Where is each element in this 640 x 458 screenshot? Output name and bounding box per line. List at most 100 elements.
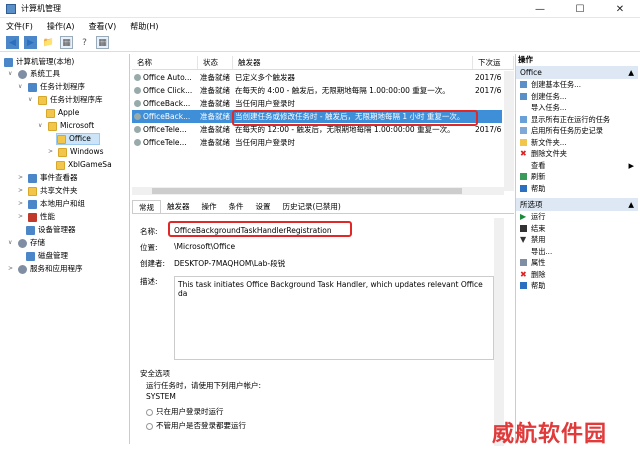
tree-item-services-apps[interactable]: > 服务和应用程序: [8, 263, 83, 275]
action-create-basic-task[interactable]: 创建基本任务...: [516, 79, 638, 91]
task-row[interactable]: OfficeTele... 准备就绪 在每天的 12:00 - 触发后，无限期地每隔…: [132, 123, 502, 136]
task-row[interactable]: OfficeTele... 准备就绪 当任何用户登录时: [132, 136, 502, 149]
clock-icon: [28, 82, 37, 92]
general-tab-panel: 名称: OfficeBackgroundTaskHandlerRegistrat…: [132, 216, 504, 444]
tree-item-system-tools[interactable]: ∨ 系统工具: [8, 68, 60, 80]
action-show-running-tasks[interactable]: 显示所有正在运行的任务: [516, 114, 638, 126]
column-name[interactable]: 名称: [132, 56, 198, 69]
submenu-arrow-icon: ▶: [628, 160, 634, 170]
list-vertical-scrollbar[interactable]: [504, 71, 514, 191]
collapse-icon[interactable]: ∨: [28, 94, 35, 106]
task-row[interactable]: Office Auto... 准备就绪 已定义多个触发器 2017/6: [132, 71, 502, 84]
collapse-arrow-icon[interactable]: ▲: [628, 66, 634, 79]
tree-item-shared-folders[interactable]: > 共享文件夹: [18, 185, 78, 197]
tools-icon: [18, 69, 27, 79]
action-new-folder[interactable]: 新文件夹...: [516, 137, 638, 149]
radio-button[interactable]: [146, 422, 153, 430]
expand-icon[interactable]: >: [18, 172, 25, 184]
tree-item-windows[interactable]: > Windows: [48, 146, 103, 158]
actions-group-office[interactable]: Office ▲: [516, 66, 638, 79]
tree-item-device-manager[interactable]: 设备管理器: [26, 224, 76, 236]
action-enable-history[interactable]: 启用所有任务历史记录: [516, 125, 638, 137]
task-row[interactable]: Office Click... 准备就绪 在每天的 4:00 - 触发后，无限期地每…: [132, 84, 502, 97]
minimize-button[interactable]: —: [520, 0, 560, 18]
menu-help[interactable]: 帮助(H): [130, 21, 158, 32]
close-button[interactable]: ✕: [600, 0, 640, 18]
action-refresh[interactable]: 刷新: [516, 171, 638, 183]
radio-button[interactable]: [146, 408, 153, 416]
action-disable[interactable]: ▼ 禁用: [516, 234, 638, 246]
collapse-icon[interactable]: ∨: [8, 237, 15, 249]
expand-icon[interactable]: >: [18, 185, 25, 197]
action-create-task[interactable]: 创建任务...: [516, 91, 638, 103]
help-icon[interactable]: ?: [78, 36, 91, 49]
folder-icon: [58, 147, 67, 157]
tree-item-apple[interactable]: Apple: [46, 107, 79, 119]
tab-conditions[interactable]: 条件: [223, 200, 250, 213]
action-export[interactable]: 导出...: [516, 246, 638, 258]
collapse-icon[interactable]: ∨: [8, 68, 15, 80]
tree-item-performance[interactable]: > 性能: [18, 211, 55, 223]
task-row-selected[interactable]: OfficeBack... 准备就绪 当创建任务或修改任务时 - 触发后，无限期地每…: [132, 110, 502, 123]
action-delete[interactable]: ✖ 删除: [516, 269, 638, 281]
name-field[interactable]: OfficeBackgroundTaskHandlerRegistration: [174, 226, 332, 235]
scrollbar-thumb[interactable]: [152, 188, 462, 194]
expand-icon[interactable]: >: [8, 263, 15, 275]
tree-item-disk-management[interactable]: 磁盘管理: [26, 250, 68, 262]
collapse-icon[interactable]: ∨: [18, 81, 25, 93]
tab-triggers[interactable]: 触发器: [161, 200, 196, 213]
tab-settings[interactable]: 设置: [250, 200, 277, 213]
tab-history[interactable]: 历史记录(已禁用): [277, 200, 347, 213]
action-help[interactable]: 帮助: [516, 183, 638, 195]
column-trigger[interactable]: 触发器: [233, 56, 473, 69]
task-icon: [134, 74, 141, 81]
expand-icon[interactable]: >: [48, 146, 55, 158]
task-icon: [134, 139, 141, 146]
back-icon[interactable]: ◀: [6, 36, 19, 49]
collapse-icon[interactable]: ∨: [38, 120, 45, 132]
collapse-arrow-icon[interactable]: ▲: [628, 198, 634, 211]
tree-item-storage[interactable]: ∨ 存储: [8, 237, 45, 249]
forward-icon[interactable]: ▶: [24, 36, 37, 49]
run-only-logged-on-option[interactable]: 只在用户登录时运行: [146, 406, 224, 417]
tab-general[interactable]: 常规: [132, 200, 161, 213]
location-value: \Microsoft\Office: [174, 242, 236, 251]
tree-item-office[interactable]: Office: [56, 133, 100, 145]
task-row[interactable]: OfficeBack... 准备就绪 当任何用户登录时: [132, 97, 502, 110]
tree-item-task-scheduler[interactable]: ∨ 任务计划程序: [18, 81, 85, 93]
action-run[interactable]: ▶ 运行: [516, 211, 638, 223]
actions-group-selected[interactable]: 所选项 ▲: [516, 198, 638, 211]
detail-vertical-scrollbar[interactable]: [494, 218, 504, 446]
tree-item-event-viewer[interactable]: > 事件查看器: [18, 172, 78, 184]
tree-item-task-library[interactable]: ∨ 任务计划程序库: [28, 94, 103, 106]
action-end[interactable]: 结束: [516, 223, 638, 235]
tree-item-microsoft[interactable]: ∨ Microsoft: [38, 120, 94, 132]
list-horizontal-scrollbar[interactable]: [132, 187, 504, 195]
detail-tabs: 常规 触发器 操作 条件 设置 历史记录(已禁用): [132, 200, 514, 214]
security-options-label: 安全选项: [140, 369, 170, 378]
column-next-run[interactable]: 下次运: [473, 56, 514, 69]
tree-item-xblgamesave[interactable]: XblGameSa: [56, 159, 112, 171]
up-folder-icon[interactable]: 📁: [42, 36, 55, 49]
maximize-button[interactable]: ☐: [560, 0, 600, 18]
action-properties[interactable]: 属性: [516, 257, 638, 269]
tree-item-local-users[interactable]: > 本地用户和组: [18, 198, 85, 210]
action-delete-folder[interactable]: ✖ 删除文件夹: [516, 148, 638, 160]
task-list: Office Auto... 准备就绪 已定义多个触发器 2017/6 Office …: [132, 71, 502, 149]
run-whether-logged-on-option[interactable]: 不管用户是否登录都要运行: [146, 420, 246, 431]
description-field[interactable]: This task initiates Office Background Ta…: [174, 276, 494, 360]
action-import-task[interactable]: 导入任务...: [516, 102, 638, 114]
column-status[interactable]: 状态: [198, 56, 233, 69]
tree-item-computer[interactable]: 计算机管理(本地): [4, 56, 74, 68]
action-view[interactable]: 查看 ▶: [516, 160, 638, 172]
expand-icon[interactable]: >: [18, 211, 25, 223]
menu-action[interactable]: 操作(A): [47, 21, 75, 32]
create-basic-task-icon: [520, 81, 527, 89]
show-actions-icon[interactable]: ▦: [96, 36, 109, 49]
show-tree-icon[interactable]: ▦: [60, 36, 73, 49]
expand-icon[interactable]: >: [18, 198, 25, 210]
tab-actions[interactable]: 操作: [196, 200, 223, 213]
action-help-selected[interactable]: 帮助: [516, 280, 638, 292]
menu-view[interactable]: 查看(V): [89, 21, 117, 32]
menu-file[interactable]: 文件(F): [6, 21, 33, 32]
